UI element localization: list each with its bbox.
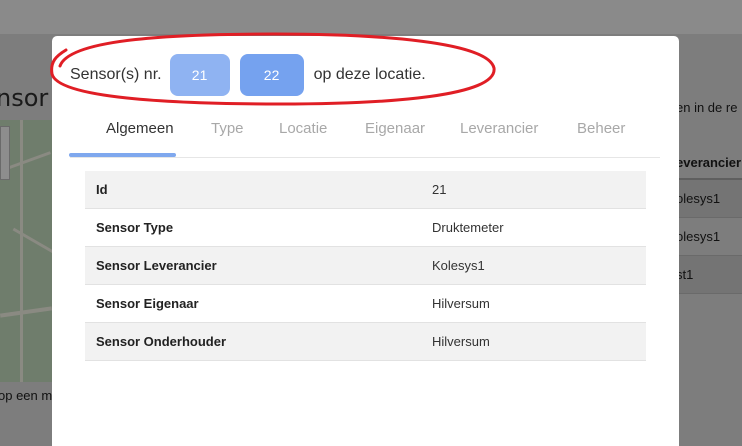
background-table: everancier olesys1 olesys1 st1 [676,146,742,294]
background-table-cell: st1 [676,256,742,294]
background-table-header: everancier [676,146,742,180]
detail-key: Sensor Leverancier [96,258,217,273]
detail-key: Sensor Eigenaar [96,296,199,311]
header-suffix: op deze locatie. [313,66,426,83]
tab-beheer[interactable]: Beheer [577,120,625,137]
detail-value: 21 [432,182,447,197]
detail-value: Hilversum [432,296,490,311]
table-row: Sensor Onderhouder Hilversum [85,323,646,361]
detail-table: Id 21 Sensor Type Druktemeter Sensor Lev… [85,171,646,361]
map-zoom-control [0,126,10,180]
background-page-title: nsor [0,84,49,112]
detail-key: Id [96,182,108,197]
table-row: Sensor Eigenaar Hilversum [85,285,646,323]
detail-value: Hilversum [432,334,490,349]
sensor-21-button[interactable]: 21 [169,54,230,96]
sensor-22-button[interactable]: 22 [239,54,304,96]
header-prefix: Sensor(s) nr. [70,66,162,83]
table-row: Id 21 [85,171,646,209]
tab-algemeen[interactable]: Algemeen [106,120,174,137]
detail-value: Kolesys1 [432,258,485,273]
detail-key: Sensor Onderhouder [96,334,227,349]
table-row: Sensor Leverancier Kolesys1 [85,247,646,285]
tab-bar: Algemeen Type Locatie Eigenaar Leveranci… [70,108,660,158]
detail-value: Druktemeter [432,220,504,235]
tab-eigenaar[interactable]: Eigenaar [365,120,425,137]
active-tab-indicator [69,153,176,157]
background-table-cell: olesys1 [676,218,742,256]
tab-locatie[interactable]: Locatie [279,120,327,137]
background-hint-text: en in de re [676,100,738,115]
tab-leverancier[interactable]: Leverancier [460,120,538,137]
sensor-detail-modal: Sensor(s) nr. 21 22 op deze locatie. Alg… [52,36,679,446]
modal-header: Sensor(s) nr. 21 22 op deze locatie. [70,54,426,96]
table-row: Sensor Type Druktemeter [85,209,646,247]
background-topbar [0,0,742,34]
detail-key: Sensor Type [96,220,174,235]
tab-type[interactable]: Type [211,120,244,137]
background-table-cell: olesys1 [676,180,742,218]
background-footer-text: op een m [0,388,53,403]
